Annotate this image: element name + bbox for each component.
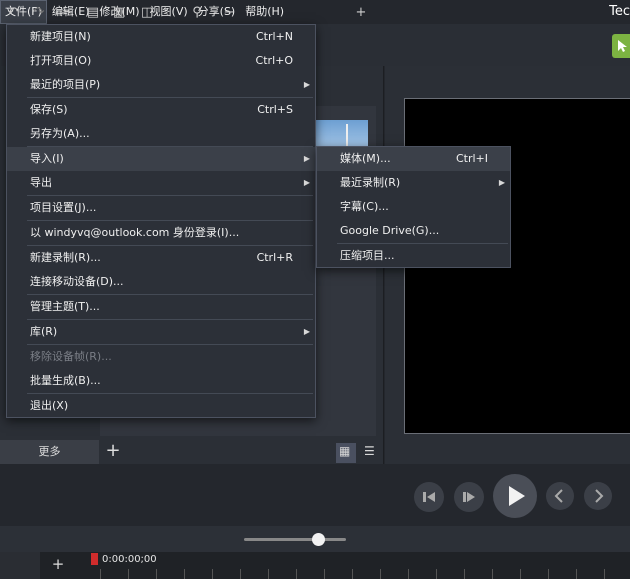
menu-item-label: 移除设备帧(R)... bbox=[30, 350, 112, 363]
menu-item-label: Google Drive(G)... bbox=[340, 224, 440, 237]
menu-item-new-recording[interactable]: 新建录制(R)... Ctrl+R bbox=[7, 246, 315, 270]
file-menu: 新建项目(N) Ctrl+N 打开项目(O) Ctrl+O 最近的项目(P) ▶ 保存… bbox=[6, 24, 316, 418]
menu-item-connect-mobile[interactable]: 连接移动设备(D)... bbox=[7, 270, 315, 294]
submenu-arrow-icon: ▶ bbox=[303, 80, 310, 89]
menu-item-label: 导入(I) bbox=[30, 152, 64, 165]
menu-item-label: 打开项目(O) bbox=[30, 54, 92, 67]
record-button[interactable] bbox=[612, 34, 630, 58]
menu-item-label: 以 windyvq@outlook.com 身份登录(I)... bbox=[30, 226, 240, 239]
zoom-out-icon[interactable]: − bbox=[222, 6, 236, 20]
step-forward-icon bbox=[463, 492, 475, 502]
next-frame-button[interactable] bbox=[454, 482, 484, 512]
next-marker-button[interactable] bbox=[584, 482, 612, 510]
zoom-slider-thumb[interactable] bbox=[312, 533, 325, 546]
menu-item-label: 压缩项目... bbox=[340, 249, 395, 262]
timecode: 0:00:00;00 bbox=[102, 554, 157, 565]
submenu-arrow-icon: ▶ bbox=[303, 154, 310, 163]
step-back-icon bbox=[423, 492, 435, 502]
chevron-right-icon bbox=[595, 489, 604, 503]
menu-item-open-project[interactable]: 打开项目(O) Ctrl+O bbox=[7, 49, 315, 73]
play-button[interactable] bbox=[493, 474, 537, 518]
menu-item-batch-production[interactable]: 批量生成(B)... bbox=[7, 369, 315, 393]
menu-item-label: 新建录制(R)... bbox=[30, 251, 101, 264]
menu-item-recent-projects[interactable]: 最近的项目(P) ▶ bbox=[7, 73, 315, 97]
menu-item-label: 最近录制(R) bbox=[340, 176, 401, 189]
copy-icon[interactable]: ▤ bbox=[86, 6, 100, 20]
menu-item-label: 新建项目(N) bbox=[30, 30, 91, 43]
shortcut: Ctrl+R bbox=[256, 251, 293, 264]
paste-icon[interactable]: ▥ bbox=[112, 6, 126, 20]
zoom-icon[interactable]: ⚲ bbox=[190, 6, 204, 20]
previous-marker-button[interactable] bbox=[546, 482, 574, 510]
menu-item-save[interactable]: 保存(S) Ctrl+S bbox=[7, 98, 315, 122]
zoom-slider-track[interactable] bbox=[244, 538, 346, 541]
play-icon bbox=[509, 486, 525, 506]
chevron-left-icon bbox=[554, 489, 563, 503]
submenu-arrow-icon: ▶ bbox=[303, 178, 310, 187]
cursor-icon bbox=[618, 40, 627, 52]
menu-item-google-drive[interactable]: Google Drive(G)... bbox=[317, 219, 510, 243]
menu-item-captions[interactable]: 字幕(C)... bbox=[317, 195, 510, 219]
menu-help[interactable]: 帮助(H) bbox=[240, 0, 289, 24]
grid-view-button[interactable]: ▦ bbox=[336, 443, 356, 463]
menu-item-save-as[interactable]: 另存为(A)... bbox=[7, 122, 315, 146]
shortcut: Ctrl+I bbox=[455, 152, 488, 165]
more-button[interactable]: 更多 bbox=[0, 440, 99, 464]
app-brand: Tec bbox=[609, 4, 630, 19]
cut-icon[interactable]: ✂ bbox=[60, 6, 74, 20]
add-track-button[interactable]: + bbox=[44, 553, 72, 575]
menu-item-sign-in[interactable]: 以 windyvq@outlook.com 身份登录(I)... bbox=[7, 221, 315, 245]
shortcut: Ctrl+N bbox=[255, 30, 293, 43]
menu-item-library[interactable]: 库(R) ▶ bbox=[7, 320, 315, 344]
playhead[interactable] bbox=[91, 553, 98, 565]
split-icon[interactable]: ◫ bbox=[140, 6, 154, 20]
undo-icon[interactable]: ↶ bbox=[6, 6, 20, 20]
submenu-arrow-icon: ▶ bbox=[303, 327, 310, 336]
menu-item-label: 退出(X) bbox=[30, 399, 69, 412]
redo-icon[interactable]: ↷ bbox=[32, 6, 46, 20]
grid-icon: ▦ bbox=[339, 444, 351, 458]
menu-item-label: 字幕(C)... bbox=[340, 200, 389, 213]
menu-item-label: 管理主题(T)... bbox=[30, 300, 100, 313]
menu-item-label: 最近的项目(P) bbox=[30, 78, 101, 91]
previous-frame-button[interactable] bbox=[414, 482, 444, 512]
zoom-in-icon[interactable]: + bbox=[354, 6, 368, 20]
track-header bbox=[0, 552, 40, 579]
list-icon: ☰ bbox=[364, 444, 375, 458]
menu-item-export[interactable]: 导出 ▶ bbox=[7, 171, 315, 195]
shortcut: Ctrl+O bbox=[255, 54, 293, 67]
timeline-ruler bbox=[100, 569, 630, 579]
menu-item-new-project[interactable]: 新建项目(N) Ctrl+N bbox=[7, 25, 315, 49]
menu-item-exit[interactable]: 退出(X) bbox=[7, 394, 315, 418]
submenu-arrow-icon: ▶ bbox=[498, 178, 505, 187]
menu-item-remove-device-frame: 移除设备帧(R)... bbox=[7, 345, 315, 369]
menu-item-media[interactable]: 媒体(M)... Ctrl+I bbox=[317, 147, 510, 171]
menu-item-import[interactable]: 导入(I) ▶ bbox=[7, 147, 315, 171]
list-view-button[interactable]: ☰ bbox=[361, 443, 381, 463]
menu-item-project-settings[interactable]: 项目设置(J)... bbox=[7, 196, 315, 220]
menu-item-label: 连接移动设备(D)... bbox=[30, 275, 124, 288]
menu-item-label: 媒体(M)... bbox=[340, 152, 391, 165]
menu-item-label: 导出 bbox=[30, 176, 52, 189]
shortcut: Ctrl+S bbox=[257, 103, 293, 116]
import-submenu: 媒体(M)... Ctrl+I 最近录制(R) ▶ 字幕(C)... Google … bbox=[316, 146, 511, 268]
menu-item-label: 库(R) bbox=[30, 325, 58, 338]
menu-item-manage-themes[interactable]: 管理主题(T)... bbox=[7, 295, 315, 319]
menu-item-zipped-project[interactable]: 压缩项目... bbox=[317, 244, 510, 268]
menu-item-label: 保存(S) bbox=[30, 103, 68, 116]
add-media-button[interactable]: + bbox=[101, 440, 125, 464]
menu-item-label: 批量生成(B)... bbox=[30, 374, 101, 387]
menu-item-recent-recordings[interactable]: 最近录制(R) ▶ bbox=[317, 171, 510, 195]
menu-item-label: 另存为(A)... bbox=[30, 127, 90, 140]
menu-item-label: 项目设置(J)... bbox=[30, 201, 97, 214]
